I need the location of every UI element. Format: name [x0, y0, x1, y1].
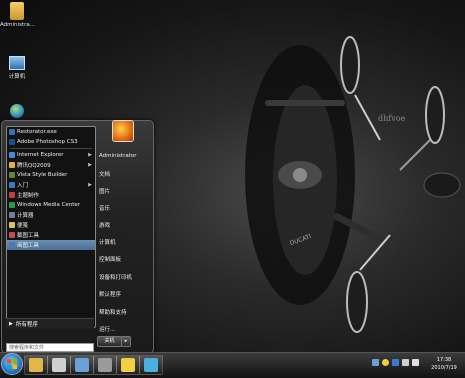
program-icon	[9, 172, 15, 178]
program-icon	[9, 192, 15, 198]
program-label: 入门	[17, 183, 29, 189]
program-icon	[9, 222, 15, 228]
tray-volume-icon[interactable]	[412, 359, 419, 366]
start-button[interactable]	[1, 353, 23, 375]
program-label: Vista Style Builder	[17, 172, 68, 178]
program-icon	[9, 129, 15, 135]
tray-flag-icon[interactable]	[402, 359, 409, 366]
taskbar-button[interactable]	[70, 355, 94, 375]
tray-network-icon[interactable]	[372, 359, 379, 366]
tray-bluetooth-icon[interactable]	[392, 359, 399, 366]
tray-qq-icon[interactable]	[382, 359, 389, 366]
start-right-link[interactable]: 图片	[99, 187, 110, 195]
desktop-icon-globe[interactable]	[0, 104, 34, 120]
triangle-right-icon: ▶	[9, 321, 13, 327]
start-right-link[interactable]: 默认程序	[99, 290, 121, 298]
penguin-icon	[121, 358, 135, 372]
desktop-icon-administrator-folder[interactable]: Administra...	[0, 2, 35, 28]
start-menu-programs-pane: Restorator.exe Adobe Photoshop CS3 Interne…	[6, 126, 96, 328]
start-program-item[interactable]: 画图工具	[7, 240, 95, 250]
start-right-link[interactable]: 音乐	[99, 204, 110, 212]
desktop: DUCATI dhfvoe Administra... 计算机 Restorat…	[0, 0, 465, 352]
user-avatar[interactable]	[112, 120, 134, 142]
program-label: Windows Media Center	[17, 202, 81, 208]
program-icon	[9, 212, 15, 218]
program-icon	[9, 182, 15, 188]
taskbar-button[interactable]	[24, 355, 48, 375]
start-right-link[interactable]: 文档	[99, 170, 110, 178]
start-program-item[interactable]: 主题制作	[7, 190, 95, 200]
program-label: 截图工具	[17, 233, 40, 239]
program-icon	[9, 152, 15, 158]
program-label: 主题制作	[17, 193, 40, 199]
start-search-input[interactable]: 搜索程序和文件	[6, 343, 94, 352]
program-label: Adobe Photoshop CS3	[17, 139, 78, 145]
start-right-link[interactable]: 计算机	[99, 238, 116, 246]
start-program-item[interactable]: Vista Style Builder	[7, 170, 95, 180]
start-program-item[interactable]: 腾讯QQ2009 ▶	[7, 160, 95, 170]
program-icon	[9, 139, 15, 145]
taskbar-button[interactable]	[93, 355, 117, 375]
clock-time: 17:38	[436, 357, 452, 363]
all-programs-label: 所有程序	[15, 322, 38, 328]
swirl-icon	[144, 358, 158, 372]
program-label: 腾讯QQ2009	[17, 163, 51, 169]
clock-date: 2010/7/19	[431, 365, 457, 371]
search-placeholder: 搜索程序和文件	[9, 345, 45, 351]
shutdown-options-button[interactable]: ▸	[121, 336, 131, 347]
start-program-item[interactable]: 入门 ▶	[7, 180, 95, 190]
start-program-item[interactable]: 计算器	[7, 210, 95, 220]
start-program-item[interactable]: Restorator.exe	[7, 127, 95, 137]
submenu-arrow-icon: ▶	[88, 152, 92, 158]
taskbar-clock[interactable]: 17:38 2010/7/19	[428, 356, 460, 372]
program-icon	[9, 232, 15, 238]
program-label: 计算器	[17, 213, 34, 219]
start-right-link[interactable]: 帮助和支持	[99, 308, 127, 316]
computer-icon	[9, 56, 25, 70]
start-menu-right-pane: Administrator 文档图片音乐游戏计算机控制面板设备和打印机 默认程序帮助…	[97, 120, 151, 341]
windows-logo-icon	[7, 359, 17, 369]
taskbar-button[interactable]	[139, 355, 163, 375]
submenu-arrow-icon: ▶	[88, 162, 92, 168]
start-menu: Restorator.exe Adobe Photoshop CS3 Interne…	[1, 120, 154, 352]
program-list: Restorator.exe Adobe Photoshop CS3 Interne…	[7, 127, 95, 250]
brush-icon	[52, 358, 66, 372]
wallpaper-watermark: dhfvoe	[378, 114, 406, 123]
start-right-link[interactable]: 游戏	[99, 221, 110, 229]
program-icon	[9, 242, 15, 248]
start-right-link[interactable]: 设备和打印机	[99, 273, 132, 281]
program-icon	[9, 202, 15, 208]
taskbar: 17:38 2010/7/19	[0, 352, 465, 376]
start-right-link[interactable]: 控制面板	[99, 255, 121, 263]
start-right-link[interactable]: 运行...	[99, 325, 115, 333]
all-programs-button[interactable]: ▶ 所有程序	[6, 318, 94, 329]
start-program-item[interactable]: Internet Explorer ▶	[7, 150, 95, 160]
desktop-icon-label: Administra...	[0, 22, 35, 28]
gear-icon	[98, 358, 112, 372]
start-program-item[interactable]: 便笺	[7, 220, 95, 230]
shutdown-button[interactable]: 关机	[97, 336, 122, 347]
start-program-item[interactable]: Adobe Photoshop CS3	[7, 137, 95, 147]
program-icon	[9, 162, 15, 168]
program-label: Internet Explorer	[17, 152, 64, 158]
start-program-item[interactable]: Windows Media Center	[7, 200, 95, 210]
program-label: 便笺	[17, 223, 29, 229]
start-right-link[interactable]: Administrator	[99, 153, 137, 159]
start-program-item[interactable]: 截图工具	[7, 230, 95, 240]
program-label: 画图工具	[17, 243, 40, 249]
program-label: Restorator.exe	[17, 129, 57, 135]
monitor-icon	[75, 358, 89, 372]
divider	[10, 148, 92, 149]
taskbar-button[interactable]	[47, 355, 71, 375]
folder-icon	[29, 358, 43, 372]
desktop-icon-label: 计算机	[8, 74, 26, 80]
taskbar-button[interactable]	[116, 355, 140, 375]
submenu-arrow-icon: ▶	[88, 182, 92, 188]
globe-icon	[10, 104, 24, 118]
desktop-icon-computer[interactable]: 计算机	[0, 52, 34, 80]
folder-icon	[10, 2, 24, 20]
